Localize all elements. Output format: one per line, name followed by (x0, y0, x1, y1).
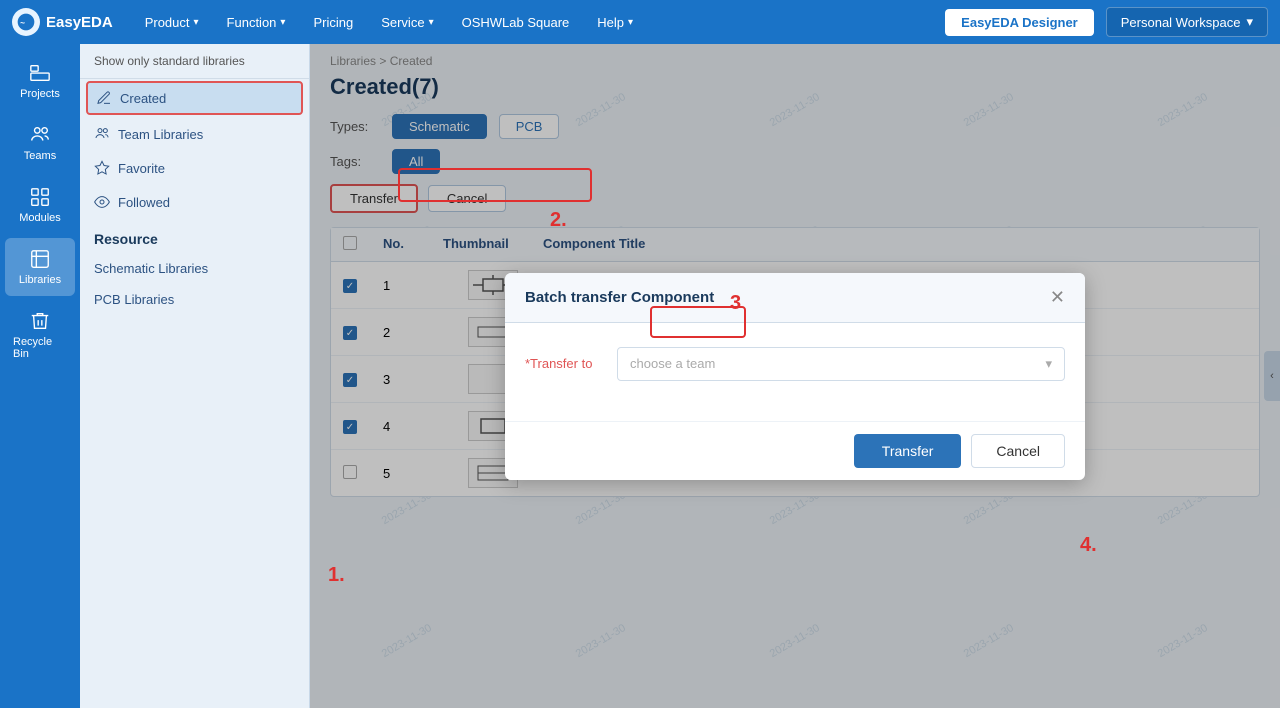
modal-select-arrow-icon: ▾ (1045, 356, 1052, 372)
modal-transfer-button[interactable]: Transfer (854, 434, 962, 468)
sidebar-label-recycle: Recycle Bin (13, 336, 67, 360)
modal-select-placeholder: choose a team (630, 356, 715, 371)
logo-icon: ~ (12, 8, 40, 36)
main-content: 2023-11-302023-11-302023-11-302023-11-30… (310, 44, 1280, 708)
modal-title: Batch transfer Component (525, 289, 714, 306)
modal-cancel-button[interactable]: Cancel (971, 434, 1065, 468)
modal-overlay: Batch transfer Component ✕ *Transfer to … (310, 44, 1280, 708)
designer-button[interactable]: EasyEDA Designer (945, 9, 1094, 36)
function-arrow-icon: ▾ (280, 17, 285, 28)
nav-followed[interactable]: Followed (80, 185, 309, 219)
nav-service[interactable]: Service ▾ (369, 9, 445, 36)
nav-help[interactable]: Help ▾ (585, 9, 645, 36)
workspace-arrow-icon: ▾ (1246, 14, 1253, 30)
resource-pcb[interactable]: PCB Libraries (80, 284, 309, 315)
nav-product[interactable]: Product ▾ (133, 9, 211, 36)
modal-transfer-to-label: *Transfer to (525, 356, 605, 371)
sidebar-label-teams: Teams (24, 150, 56, 162)
navbar: ~ EasyEDA Product ▾ Function ▾ Pricing S… (0, 0, 1280, 44)
modal-transfer-to-field: *Transfer to choose a team ▾ (525, 347, 1065, 381)
nav-created[interactable]: Created (86, 81, 303, 115)
panel-header: Show only standard libraries (80, 44, 309, 79)
workspace-button[interactable]: Personal Workspace ▾ (1106, 7, 1268, 37)
sidebar-item-teams[interactable]: Teams (5, 114, 75, 172)
modal-body: *Transfer to choose a team ▾ (505, 323, 1085, 421)
sidebar-label-projects: Projects (20, 88, 60, 100)
sidebar-label-modules: Modules (19, 212, 61, 224)
left-panel: Show only standard libraries Created Tea… (80, 44, 310, 708)
nav-oshwlab[interactable]: OSHWLab Square (450, 9, 582, 36)
sidebar-item-modules[interactable]: Modules (5, 176, 75, 234)
sidebar-icons: Projects Teams Modules Libraries Recycle… (0, 44, 80, 708)
modal-footer: Transfer Cancel (505, 421, 1085, 480)
product-arrow-icon: ▾ (194, 17, 199, 28)
logo[interactable]: ~ EasyEDA (12, 8, 113, 36)
resource-title: Resource (80, 219, 309, 253)
batch-transfer-modal: Batch transfer Component ✕ *Transfer to … (505, 273, 1085, 480)
nav-function[interactable]: Function ▾ (215, 9, 298, 36)
sidebar-item-projects[interactable]: Projects (5, 52, 75, 110)
resource-schematic[interactable]: Schematic Libraries (80, 253, 309, 284)
modal-header: Batch transfer Component ✕ (505, 273, 1085, 323)
nav-pricing[interactable]: Pricing (301, 9, 365, 36)
svg-text:~: ~ (20, 17, 25, 27)
main-layout: Projects Teams Modules Libraries Recycle… (0, 44, 1280, 708)
nav-team-libraries[interactable]: Team Libraries (80, 117, 309, 151)
modal-close-button[interactable]: ✕ (1050, 287, 1065, 308)
modal-team-select[interactable]: choose a team ▾ (617, 347, 1065, 381)
logo-text: EasyEDA (46, 14, 113, 31)
service-arrow-icon: ▾ (429, 17, 434, 28)
help-arrow-icon: ▾ (628, 17, 633, 28)
sidebar-item-recycle[interactable]: Recycle Bin (5, 300, 75, 370)
sidebar-item-libraries[interactable]: Libraries (5, 238, 75, 296)
nav-favorite[interactable]: Favorite (80, 151, 309, 185)
sidebar-label-libraries: Libraries (19, 274, 61, 286)
